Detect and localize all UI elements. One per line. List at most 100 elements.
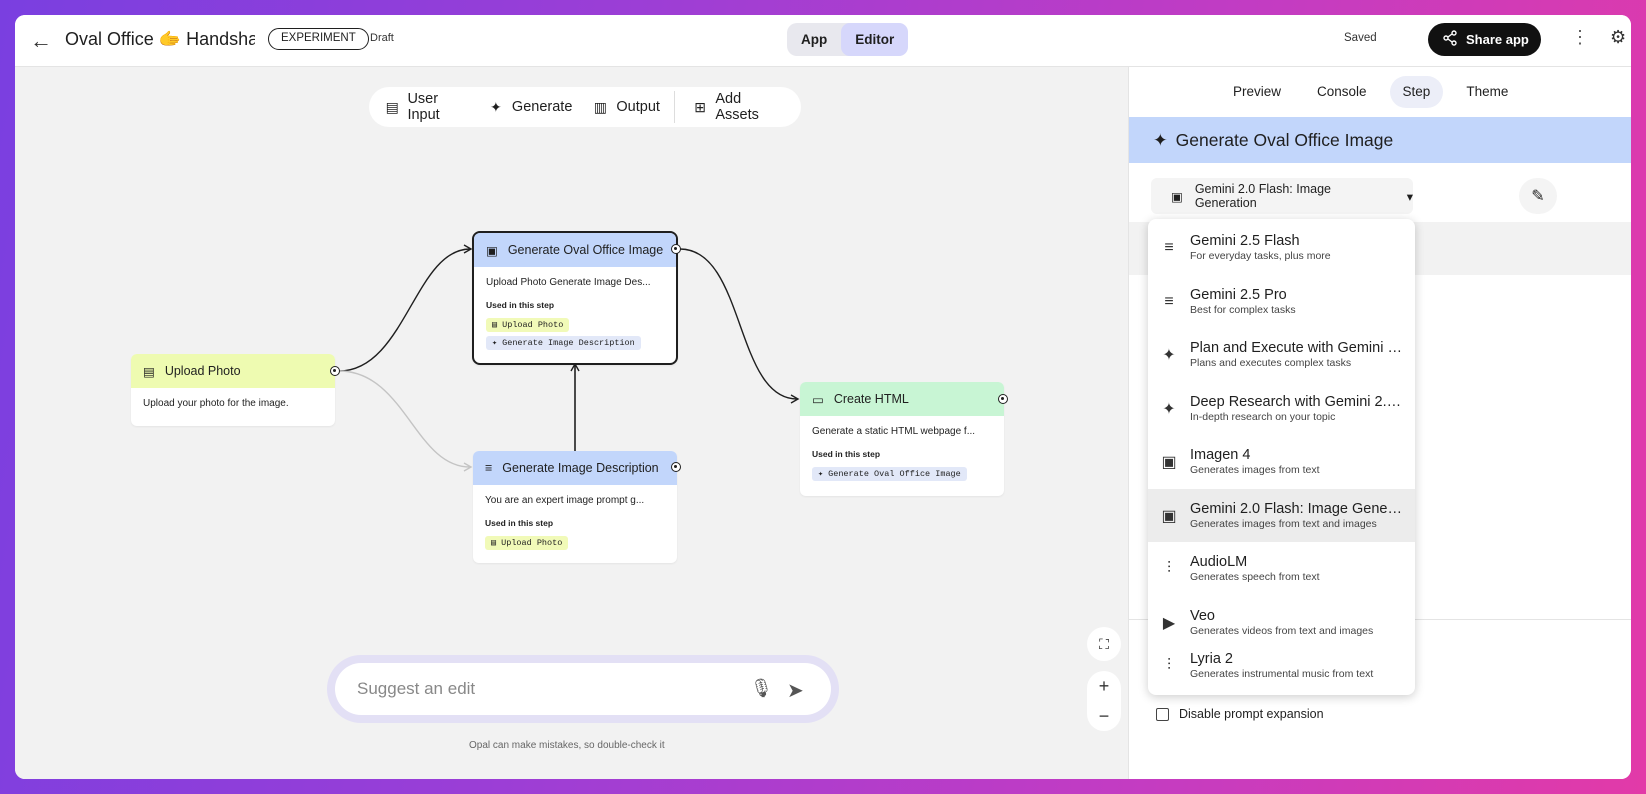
model-desc: Generates videos from text and images (1190, 625, 1374, 637)
sparkle-icon: ✦ (1162, 346, 1176, 364)
model-option[interactable]: ✦ Deep Research with Gemini 2.5 FlashIn-… (1148, 382, 1415, 435)
output-port[interactable] (998, 394, 1008, 404)
model-desc: Plans and executes complex tasks (1190, 357, 1352, 369)
music-sparkle-icon: ⫶ (1166, 656, 1171, 674)
disclaimer-text: Opal can make mistakes, so double-check … (469, 740, 665, 751)
chip-label: Generate Oval Office Image (828, 469, 961, 479)
sparkle-icon: ✦ (1162, 400, 1176, 418)
tab-editor[interactable]: Editor (841, 23, 909, 56)
tab-step[interactable]: Step (1389, 76, 1444, 108)
model-selector[interactable]: ▣ Gemini 2.0 Flash: Image Generation ▾ (1151, 178, 1413, 214)
node-header: ▤ Upload Photo (131, 354, 335, 388)
node-header: ▣ Generate Oval Office Image (474, 233, 676, 267)
used-label: Used in this step (485, 518, 554, 528)
node-create-html[interactable]: ▭ Create HTML Generate a static HTML web… (800, 382, 1004, 496)
disable-expansion-label: Disable prompt expansion (1179, 707, 1324, 721)
disable-expansion-row[interactable]: Disable prompt expansion (1156, 707, 1324, 721)
image-sparkle-icon: ▣ (1161, 453, 1177, 471)
model-option[interactable]: ⫶ Lyria 2 Generates instrumental music fr… (1148, 639, 1415, 692)
share-label: Share app (1466, 32, 1529, 47)
tab-app[interactable]: App (787, 23, 841, 56)
node-title: Create HTML (833, 392, 909, 406)
sparkle-icon: ✦ (818, 469, 824, 479)
node-header: ▭ Create HTML (800, 382, 1004, 416)
chip-generate-image-description: ✦ Generate Image Description (486, 336, 641, 350)
node-upload-photo[interactable]: ▤ Upload Photo Upload your photo for the… (131, 354, 335, 426)
node-body: Upload Photo Generate Image Des... Used … (474, 267, 676, 360)
output-port[interactable] (671, 244, 681, 254)
image-sparkle-icon: ▣ (1161, 507, 1177, 525)
panel-tabs: Preview Console Step Theme (1129, 67, 1631, 117)
audio-sparkle-icon: ⫶ (1166, 559, 1171, 577)
selected-model-label: Gemini 2.0 Flash: Image Generation (1194, 182, 1331, 210)
back-arrow-icon[interactable]: ← (27, 27, 55, 55)
model-option[interactable]: ⫶ AudioLM Generates speech from text (1148, 542, 1415, 595)
app-window: ← Oval Office 🫱 Handshake EXPERIMENT Dra… (15, 15, 1631, 779)
disable-expansion-checkbox[interactable] (1156, 707, 1169, 721)
editor-canvas[interactable]: ▤ User Input ✦ Generate ▥ Output ⊞ Add A… (15, 67, 1183, 779)
used-label: Used in this step (812, 449, 881, 459)
tab-theme[interactable]: Theme (1453, 76, 1521, 108)
tab-preview[interactable]: Preview (1220, 76, 1294, 108)
app-title[interactable]: Oval Office 🫱 Handshake (65, 29, 255, 55)
model-desc: Generates images from text and images (1190, 518, 1377, 530)
model-desc: Generates images from text (1190, 464, 1320, 476)
settings-gear-icon[interactable]: ⚙ (1610, 27, 1626, 48)
top-bar: ← Oval Office 🫱 Handshake EXPERIMENT Dra… (15, 15, 1631, 67)
node-generate-oval-office-image[interactable]: ▣ Generate Oval Office Image Upload Phot… (472, 231, 678, 365)
model-label: Veo (1190, 608, 1215, 624)
model-desc: Best for complex tasks (1190, 304, 1296, 316)
share-icon (1442, 30, 1458, 49)
node-body: Generate a static HTML webpage f... Used… (800, 416, 1004, 491)
model-option[interactable]: ✦ Plan and Execute with Gemini 2.5 Flash… (1148, 328, 1415, 381)
node-body: You are an expert image prompt g... Used… (473, 485, 677, 560)
video-sparkle-icon: ▶ (1162, 614, 1176, 632)
chip-label: Upload Photo (501, 538, 563, 548)
output-port[interactable] (671, 462, 681, 472)
node-title: Generate Oval Office Image (507, 243, 664, 257)
model-label: Gemini 2.5 Flash (1190, 233, 1300, 249)
model-option-selected[interactable]: ▣ Gemini 2.0 Flash: Image Generation Gene… (1148, 489, 1415, 542)
node-description: Generate a static HTML webpage f... (812, 426, 976, 437)
text-lines-sparkle-icon: ≡ (485, 461, 493, 475)
output-port[interactable] (330, 366, 340, 376)
model-option[interactable]: ≡ Gemini 2.5 Pro Best for complex tasks (1148, 275, 1415, 328)
share-app-button[interactable]: Share app (1428, 23, 1541, 56)
chip-label: Generate Image Description (502, 338, 635, 348)
model-label: AudioLM (1190, 554, 1248, 570)
node-header: ≡ Generate Image Description (473, 451, 677, 485)
chip-upload-photo: ▤ Upload Photo (485, 536, 569, 550)
model-label: Lyria 2 (1190, 651, 1233, 667)
node-title: Upload Photo (164, 364, 241, 378)
tab-console[interactable]: Console (1304, 76, 1380, 108)
node-description: Upload Photo Generate Image Des... (486, 277, 651, 288)
node-description: You are an expert image prompt g... (485, 495, 645, 506)
sparkle-icon: ✦ (492, 338, 498, 348)
model-dropdown-menu: ≡ Gemini 2.5 Flash For everyday tasks, pl… (1148, 219, 1415, 695)
zoom-in-icon[interactable]: + (1099, 676, 1110, 697)
step-title: Generate Oval Office Image (1175, 129, 1394, 150)
zoom-out-icon[interactable]: − (1099, 706, 1110, 727)
chip-generate-oval-office-image: ✦ Generate Oval Office Image (812, 467, 967, 481)
mode-switch: App Editor (787, 23, 909, 56)
model-label: Gemini 2.5 Pro (1190, 287, 1287, 303)
text-lines-sparkle-icon: ≡ (1164, 238, 1174, 256)
model-option[interactable]: ▣ Imagen 4 Generates images from text (1148, 435, 1415, 488)
microphone-icon[interactable]: 🎙 (750, 678, 773, 699)
model-label: Gemini 2.0 Flash: Image Generation (1190, 501, 1403, 517)
node-generate-image-description[interactable]: ≡ Generate Image Description You are an … (473, 451, 677, 563)
caret-down-icon: ▾ (1406, 189, 1413, 204)
node-title: Generate Image Description (502, 461, 659, 475)
model-label: Deep Research with Gemini 2.5 Flash (1190, 394, 1403, 410)
send-icon[interactable]: ➤ (787, 678, 804, 703)
web-page-icon: ▭ (812, 392, 824, 407)
model-label: Imagen 4 (1190, 447, 1251, 463)
more-vert-icon[interactable]: ⋮ (1571, 27, 1589, 48)
model-desc: In-depth research on your topic (1190, 411, 1336, 423)
magic-wand-icon[interactable]: ✎ (1519, 178, 1557, 214)
zoom-controls: + − (1087, 671, 1121, 731)
image-sparkle-icon: ▣ (486, 243, 498, 258)
image-sparkle-icon: ▣ (1171, 189, 1183, 204)
model-option[interactable]: ≡ Gemini 2.5 Flash For everyday tasks, pl… (1148, 221, 1415, 274)
fit-to-screen-icon[interactable]: ⛶ (1087, 627, 1121, 661)
